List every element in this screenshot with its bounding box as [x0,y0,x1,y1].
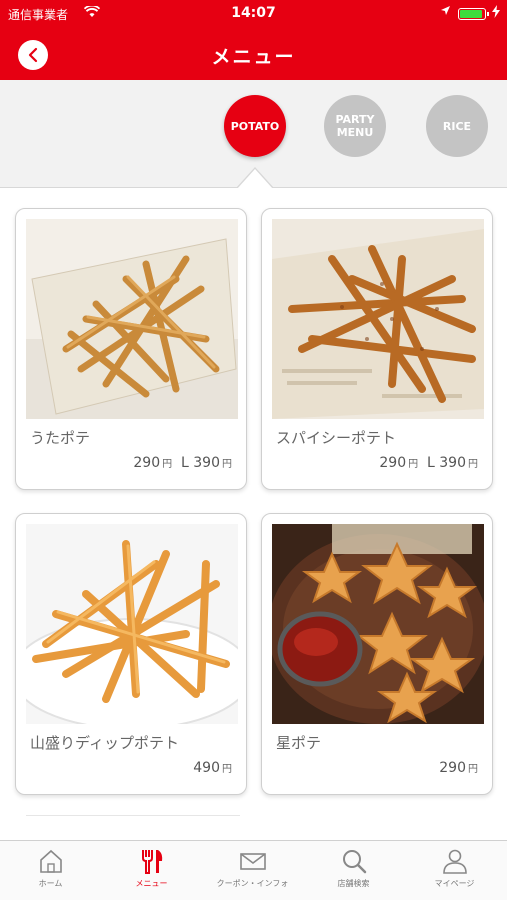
menu-item-price: 290 円 [439,760,478,776]
fork-knife-icon [142,850,163,874]
tab-label: クーポン・インフォ [216,879,289,888]
tab-menu[interactable]: メニュー [101,841,202,901]
category-label: PARTY MENU [335,113,375,139]
category-rice-button[interactable]: RICE [426,95,488,157]
star-potato-photo [272,524,484,724]
menu-item-card[interactable]: 星ポテ 290 円 [261,513,493,795]
menu-item-card[interactable]: うたポテ 290 円 L 390 円 [15,208,247,490]
navigation-bar: メニュー [0,28,507,80]
menu-item-price: 290 円 L 390 円 [379,455,478,471]
menu-grid: うたポテ 290 円 L 390 円 スパイシーポテト 290 円 L 390 … [0,190,507,840]
envelope-icon [240,853,266,870]
tab-label: ホーム [38,879,63,888]
battery-icon [458,8,489,20]
fries-photo [26,219,238,419]
status-bar: 通信事業者 14:07 [0,0,507,28]
home-icon [40,849,62,873]
menu-item-price: 290 円 L 390 円 [133,455,232,471]
tab-label: マイページ [434,879,475,888]
menu-item-name: 星ポテ [276,734,322,752]
menu-item-card[interactable]: スパイシーポテト 290 円 L 390 円 [261,208,493,490]
person-icon [443,849,467,874]
tab-my-page[interactable]: マイページ [404,841,505,901]
location-icon [440,5,451,19]
menu-item-price: 490 円 [193,760,232,776]
divider [26,815,240,816]
tab-coupon-info[interactable]: クーポン・インフォ [202,841,303,901]
heaped-fries-photo [26,524,238,724]
tab-home[interactable]: ホーム [0,841,101,901]
category-potato-button[interactable]: POTATO [224,95,286,157]
menu-item-name: 山盛りディップポテト [30,734,179,752]
search-icon [343,850,367,874]
tab-label: 店舗検索 [337,879,370,888]
menu-item-name: スパイシーポテト [276,429,397,447]
tab-store-search[interactable]: 店舗検索 [303,841,404,901]
clock: 14:07 [231,5,276,21]
tab-label: メニュー [135,879,168,888]
page-title: メニュー [211,46,296,68]
spicy-fries-photo [272,219,484,419]
category-party-menu-button[interactable]: PARTY MENU [324,95,386,157]
menu-item-name: うたポテ [30,429,91,447]
tab-bar: ホーム メニュー クーポン・インフォ 店舗検索 マイページ [0,840,507,900]
charging-icon [492,5,500,21]
category-label: POTATO [230,119,280,133]
menu-item-card[interactable]: 山盛りディップポテト 490 円 [15,513,247,795]
category-label: RICE [442,119,472,133]
